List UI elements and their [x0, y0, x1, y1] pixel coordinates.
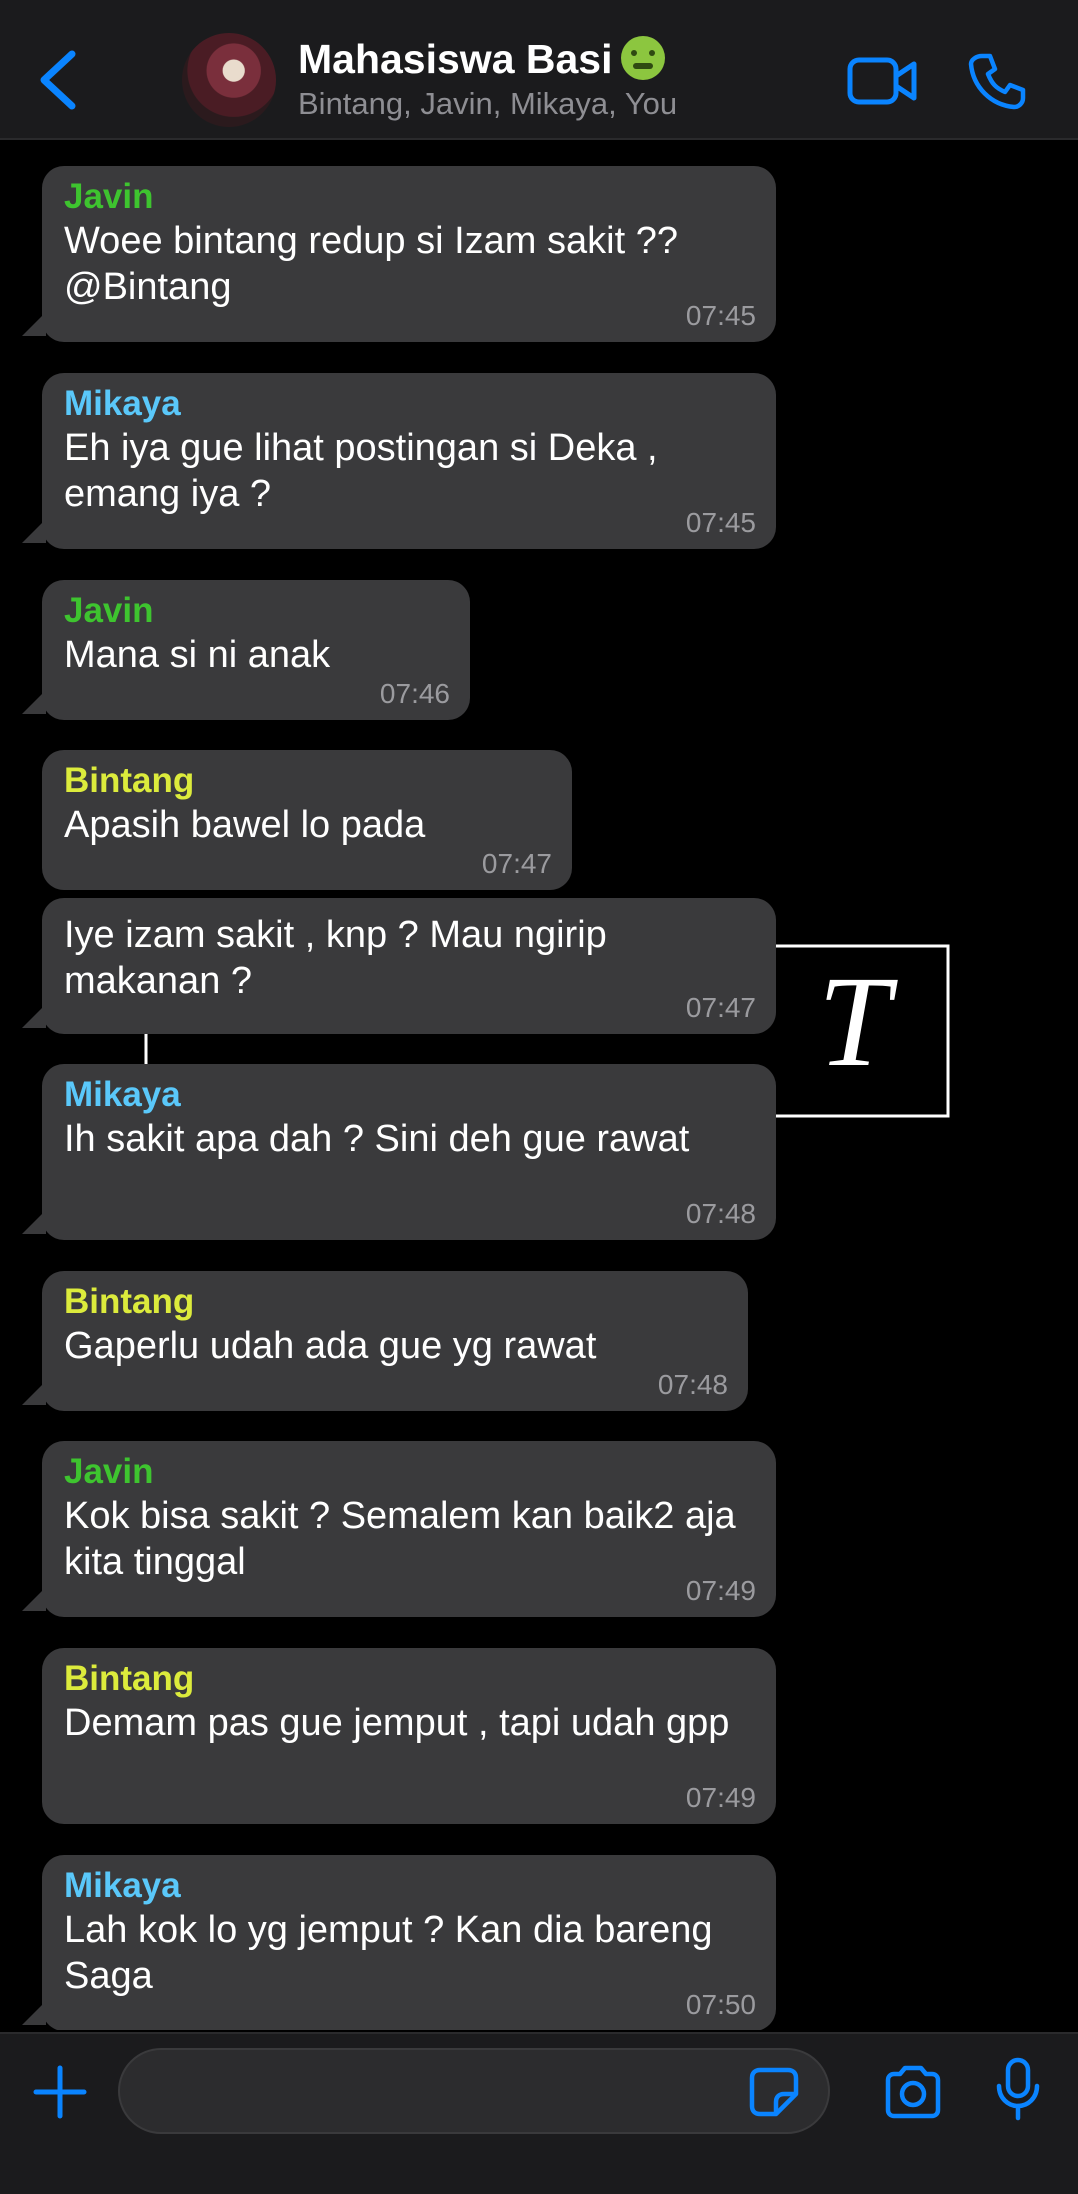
message-text: Ih sakit apa dah ? Sini deh gue rawat [64, 1118, 690, 1160]
message-time: 07:49 [685, 1782, 756, 1813]
message-bubble[interactable]: Bintang Gaperlu udah ada gue yg rawat 07… [42, 1271, 748, 1411]
message-list[interactable]: T Javin Woee bintang redup si Izam sakit… [0, 140, 1078, 2030]
message-text: Woee bintang redup si Izam sakit ?? @Bin… [64, 220, 678, 308]
message-bubble[interactable]: Mikaya Eh iya gue lihat postingan si Dek… [42, 373, 776, 549]
group-title[interactable]: Mahasiswa Basi [298, 36, 665, 83]
message-sender: Bintang [64, 761, 195, 800]
message-bubble[interactable]: Javin Mana si ni anak 07:46 [42, 580, 470, 720]
nauseated-face-emoji-icon [620, 36, 665, 80]
plus-icon[interactable] [32, 2064, 88, 2120]
video-camera-icon[interactable] [846, 54, 918, 108]
message-sender: Javin [64, 177, 154, 216]
message-text: Iye izam sakit , knp ? Mau ngirip makana… [64, 914, 607, 1002]
message-text: Apasih bawel lo pada [64, 804, 426, 846]
group-members[interactable]: Bintang, Javin, Mikaya, You [298, 86, 677, 122]
message-time: 07:47 [481, 848, 552, 879]
message-sender: Javin [64, 591, 154, 630]
phone-icon[interactable] [968, 52, 1026, 110]
message-input[interactable] [118, 2048, 830, 2134]
message-bubble[interactable]: Bintang Apasih bawel lo pada 07:47 [42, 750, 572, 890]
message-text: Eh iya gue lihat postingan si Deka , ema… [64, 427, 658, 515]
message-time: 07:47 [685, 992, 756, 1023]
message-bubble[interactable]: Mikaya Ih sakit apa dah ? Sini deh gue r… [42, 1064, 776, 1240]
message-sender: Bintang [64, 1282, 195, 1321]
message-sender: Mikaya [64, 384, 181, 423]
message-sender: Javin [64, 1452, 154, 1491]
message-time: 07:45 [685, 300, 756, 331]
message-text: Kok bisa sakit ? Semalem kan baik2 aja k… [64, 1495, 736, 1583]
message-text: Gaperlu udah ada gue yg rawat [64, 1325, 597, 1367]
camera-icon[interactable] [882, 2064, 944, 2120]
svg-text:T: T [818, 950, 898, 1094]
message-time: 07:49 [685, 1575, 756, 1606]
message-bubble[interactable]: Bintang Demam pas gue jemput , tapi udah… [42, 1648, 776, 1824]
message-bubble[interactable]: Iye izam sakit , knp ? Mau ngirip makana… [42, 898, 776, 1034]
sticker-icon[interactable] [746, 2064, 802, 2120]
message-sender: Mikaya [64, 1075, 181, 1114]
message-time: 07:50 [685, 1989, 756, 2020]
composer-bar [0, 2032, 1078, 2194]
group-avatar[interactable] [182, 33, 276, 127]
message-time: 07:48 [657, 1369, 728, 1400]
message-bubble[interactable]: Javin Woee bintang redup si Izam sakit ?… [42, 166, 776, 342]
message-sender: Bintang [64, 1659, 195, 1698]
message-time: 07:46 [379, 678, 450, 709]
message-time: 07:48 [685, 1198, 756, 1229]
message-text: Lah kok lo yg jemput ? Kan dia bareng Sa… [64, 1909, 713, 1997]
microphone-icon[interactable] [994, 2056, 1042, 2122]
group-name: Mahasiswa Basi [298, 36, 613, 82]
chevron-left-icon[interactable] [36, 48, 80, 112]
message-bubble[interactable]: Mikaya Lah kok lo yg jemput ? Kan dia ba… [42, 1855, 776, 2030]
message-text: Mana si ni anak [64, 634, 331, 676]
message-time: 07:45 [685, 507, 756, 538]
message-bubble[interactable]: Javin Kok bisa sakit ? Semalem kan baik2… [42, 1441, 776, 1617]
message-text: Demam pas gue jemput , tapi udah gpp [64, 1702, 730, 1744]
message-sender: Mikaya [64, 1866, 181, 1905]
chat-header: Mahasiswa Basi Bintang, Javin, Mikaya, Y… [0, 0, 1078, 140]
